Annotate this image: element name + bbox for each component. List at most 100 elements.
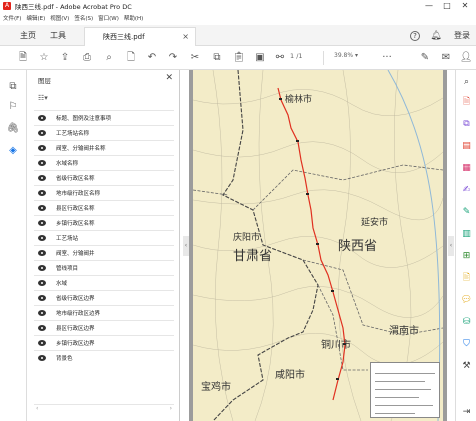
layer-label: 管线项目 bbox=[56, 266, 79, 272]
eye-visibility-icon[interactable] bbox=[38, 145, 46, 151]
panel-horizontal-scrollbar[interactable]: ‹ › bbox=[34, 404, 174, 413]
stamp-icon[interactable]: ⛁ bbox=[460, 316, 473, 329]
close-panel-icon[interactable]: ✕ bbox=[165, 73, 173, 83]
snapshot-icon[interactable]: ▣ bbox=[253, 51, 267, 65]
eye-visibility-icon[interactable] bbox=[38, 310, 46, 316]
layer-item[interactable]: 省级行政区边界 bbox=[34, 290, 174, 305]
eye-visibility-icon[interactable] bbox=[38, 205, 46, 211]
document-view[interactable]: 榆林市 庆阳市 甘肃省 延安市 陕西省 铜川市 渭南市 咸阳市 宝鸡市 bbox=[189, 70, 447, 421]
tab-tools[interactable]: 工具 bbox=[50, 25, 66, 46]
menu-file[interactable]: 文件(F) bbox=[3, 14, 21, 22]
eye-visibility-icon[interactable] bbox=[38, 355, 46, 361]
legend-line bbox=[375, 381, 425, 382]
eye-visibility-icon[interactable] bbox=[38, 160, 46, 166]
close-tab-icon[interactable]: × bbox=[182, 28, 189, 46]
clipboard-icon[interactable]: 📋︎ bbox=[232, 51, 246, 65]
page-search-icon[interactable]: 🗋 bbox=[124, 51, 138, 65]
bookmark-star-icon[interactable]: ☆ bbox=[37, 51, 51, 65]
collapse-right-panel-handle[interactable]: ‹ bbox=[448, 236, 454, 256]
eye-visibility-icon[interactable] bbox=[38, 115, 46, 121]
undo-icon[interactable]: ↶ bbox=[145, 51, 159, 65]
eye-visibility-icon[interactable] bbox=[38, 340, 46, 346]
scroll-left-icon[interactable]: ‹ bbox=[36, 405, 38, 412]
menu-view[interactable]: 视图(V) bbox=[50, 14, 69, 22]
protect-icon[interactable]: ⛉ bbox=[460, 338, 473, 351]
eye-visibility-icon[interactable] bbox=[38, 280, 46, 286]
redo-icon[interactable]: ↷ bbox=[166, 51, 180, 65]
page-thumbnails-icon[interactable]: ⧉ bbox=[6, 80, 20, 94]
eye-visibility-icon[interactable] bbox=[38, 220, 46, 226]
organize-pages-icon[interactable]: ▦ bbox=[460, 162, 473, 175]
layer-item[interactable]: 县区行政区边界 bbox=[34, 320, 174, 335]
expand-rail-icon[interactable]: ⇥ bbox=[460, 406, 473, 419]
layer-item[interactable]: 水域名称 bbox=[34, 155, 174, 170]
layer-item[interactable]: 管线项目 bbox=[34, 260, 174, 275]
zoom-selector[interactable]: 39.8% ▾ bbox=[334, 52, 358, 59]
layer-item[interactable]: 水域 bbox=[34, 275, 174, 290]
eye-visibility-icon[interactable] bbox=[38, 265, 46, 271]
search-icon[interactable]: ⌕ bbox=[102, 51, 116, 65]
eye-visibility-icon[interactable] bbox=[38, 190, 46, 196]
fill-sign-icon[interactable]: ✍ bbox=[460, 184, 473, 197]
menu-edit[interactable]: 编辑(E) bbox=[26, 14, 45, 22]
export-image-icon[interactable]: 🖹 bbox=[460, 272, 473, 285]
create-pdf-tool-icon[interactable]: ▤ bbox=[460, 140, 473, 153]
enhance-scan-icon[interactable]: ▥ bbox=[460, 228, 473, 241]
layer-item[interactable]: 背景色 bbox=[34, 350, 174, 365]
attachment-icon[interactable]: 🖇︎ bbox=[6, 122, 20, 136]
eye-visibility-icon[interactable] bbox=[38, 295, 46, 301]
upload-icon[interactable]: ⇪ bbox=[58, 51, 72, 65]
comment-icon[interactable]: 💬︎ bbox=[460, 294, 473, 307]
share-user-icon[interactable]: 👤︎ bbox=[459, 51, 473, 65]
close-window-button[interactable]: ✕ bbox=[456, 0, 474, 12]
page-current[interactable]: 1 bbox=[290, 52, 294, 60]
login-button[interactable]: 登录 bbox=[454, 30, 470, 41]
layer-item[interactable]: 标题、图例及注意事项 bbox=[34, 110, 174, 125]
menu-window[interactable]: 窗口(W) bbox=[98, 14, 119, 22]
edit-pdf-icon[interactable]: ✎ bbox=[460, 206, 473, 219]
menu-sign[interactable]: 签名(S) bbox=[74, 14, 93, 22]
layer-item[interactable]: 县区行政区名称 bbox=[34, 200, 174, 215]
minimize-button[interactable]: — bbox=[420, 0, 438, 12]
menu-help[interactable]: 帮助(H) bbox=[124, 14, 143, 22]
create-pdf-icon[interactable]: 🗎 bbox=[16, 51, 30, 65]
maximize-button[interactable]: □ bbox=[438, 0, 456, 12]
eye-visibility-icon[interactable] bbox=[38, 235, 46, 241]
zoom-search-icon[interactable]: ⌕ bbox=[460, 76, 473, 89]
bookmark-icon[interactable]: ⚐ bbox=[6, 100, 20, 114]
layer-list: 标题、图例及注意事项 工艺场站名称 阀室、分输阀井名称水域名称省级行政区名称 地市级行… bbox=[34, 110, 174, 365]
eye-visibility-icon[interactable] bbox=[38, 130, 46, 136]
scroll-right-icon[interactable]: › bbox=[170, 405, 172, 412]
tab-document[interactable]: 陕西三线.pdf × bbox=[84, 27, 196, 46]
layer-item[interactable]: 工艺场站 bbox=[34, 230, 174, 245]
layer-item[interactable]: 阀室、分输阀井名称 bbox=[34, 140, 174, 155]
layer-item[interactable]: 乡镇行政区名称 bbox=[34, 215, 174, 230]
eye-visibility-icon[interactable] bbox=[38, 175, 46, 181]
layers-options-icon[interactable]: ☷▾ bbox=[38, 94, 58, 104]
more-tools-icon[interactable]: ··· bbox=[380, 51, 394, 65]
more-tools-wrench-icon[interactable]: ⚒ bbox=[460, 360, 473, 373]
layer-item[interactable]: 地市级行政区名称 bbox=[34, 185, 174, 200]
email-icon[interactable]: ✉ bbox=[439, 51, 453, 65]
compress-pdf-icon[interactable]: ⊞ bbox=[460, 250, 473, 263]
layer-label: 水域名称 bbox=[56, 161, 79, 167]
layer-item[interactable]: 地市级行政区边界 bbox=[34, 305, 174, 320]
binoculars-icon[interactable]: ⚯ bbox=[273, 51, 287, 65]
layers-icon[interactable]: ◈ bbox=[6, 144, 20, 158]
copy-icon[interactable]: ⧉ bbox=[210, 51, 224, 65]
layer-item[interactable]: 阀室、分输阀井 bbox=[34, 245, 174, 260]
bell-icon[interactable]: 🔔︎ bbox=[430, 30, 442, 42]
layer-item[interactable]: 工艺场站名称 bbox=[34, 125, 174, 140]
tab-home[interactable]: 主页 bbox=[20, 25, 36, 46]
help-icon[interactable]: ? bbox=[410, 30, 420, 41]
layer-item[interactable]: 乡镇行政区边界 bbox=[34, 335, 174, 350]
combine-files-icon[interactable]: ⧉ bbox=[460, 118, 473, 131]
eye-visibility-icon[interactable] bbox=[38, 250, 46, 256]
print-icon[interactable]: ⎙ bbox=[80, 51, 94, 65]
export-pdf-icon[interactable]: 🗎 bbox=[460, 96, 473, 109]
page-indicator[interactable]: 1 /1 bbox=[290, 52, 303, 60]
eye-visibility-icon[interactable] bbox=[38, 325, 46, 331]
sign-icon[interactable]: ✎ bbox=[418, 51, 432, 65]
layer-item[interactable]: 省级行政区名称 bbox=[34, 170, 174, 185]
scissors-icon[interactable]: ✂ bbox=[188, 51, 202, 65]
